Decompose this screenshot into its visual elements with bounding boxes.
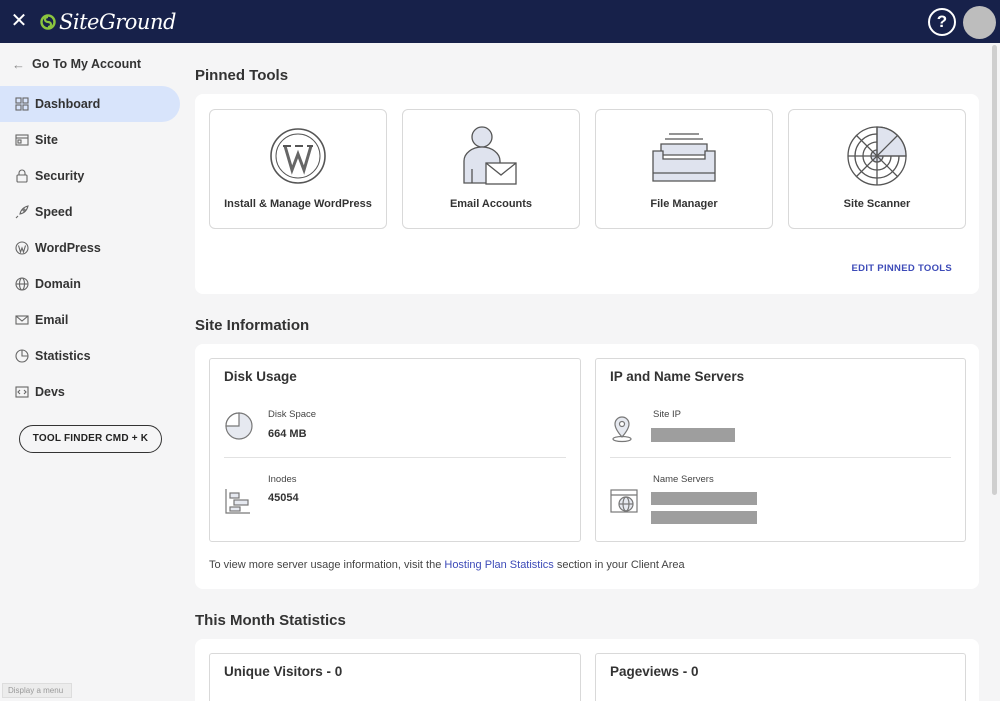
tile-label: File Manager bbox=[650, 198, 718, 210]
sidebar-item-statistics[interactable]: Statistics bbox=[0, 338, 180, 374]
sidebar-item-security[interactable]: Security bbox=[0, 158, 180, 194]
site-information-title: Site Information bbox=[195, 317, 310, 334]
email-accounts-icon bbox=[403, 125, 579, 187]
month-stats-title: This Month Statistics bbox=[195, 612, 346, 629]
pinned-tools-title: Pinned Tools bbox=[195, 67, 289, 84]
site-icon bbox=[14, 133, 29, 148]
sidebar-item-wordpress[interactable]: WordPress bbox=[0, 230, 180, 266]
tile-file-manager[interactable]: File Manager bbox=[595, 109, 773, 229]
location-pin-icon bbox=[610, 415, 634, 448]
logo-text: SiteGround bbox=[59, 10, 176, 34]
help-button[interactable]: ? bbox=[928, 8, 956, 36]
main-content: Pinned Tools Install & Manage WordPress bbox=[181, 43, 1000, 701]
wordpress-icon bbox=[14, 241, 29, 256]
sidebar-item-domain[interactable]: Domain bbox=[0, 266, 180, 302]
sidebar-item-site[interactable]: Site bbox=[0, 122, 180, 158]
sidebar-item-devs[interactable]: Devs bbox=[0, 374, 180, 410]
inodes-value: 45054 bbox=[268, 492, 299, 504]
pie-chart-icon bbox=[14, 349, 29, 364]
sidebar: ← Go To My Account Dashboard Site Securi… bbox=[0, 43, 181, 701]
sidebar-item-label: Devs bbox=[35, 385, 65, 399]
siteground-swirl-icon bbox=[40, 14, 56, 30]
tile-site-scanner[interactable]: Site Scanner bbox=[788, 109, 966, 229]
sidebar-item-label: Dashboard bbox=[35, 97, 101, 111]
disk-pie-icon bbox=[224, 411, 254, 446]
hosting-plan-statistics-link[interactable]: Hosting Plan Statistics bbox=[444, 559, 553, 571]
edit-pinned-tools-link[interactable]: EDIT PINNED TOOLS bbox=[852, 263, 952, 274]
tile-email-accounts[interactable]: Email Accounts bbox=[402, 109, 580, 229]
tile-label: Install & Manage WordPress bbox=[224, 198, 372, 210]
name-server-1-redacted bbox=[651, 492, 757, 505]
close-icon[interactable]: ✕ bbox=[10, 11, 28, 31]
scrollbar[interactable] bbox=[992, 45, 997, 495]
wordpress-logo-icon bbox=[210, 125, 386, 187]
go-to-account-label: Go To My Account bbox=[32, 57, 142, 71]
sidebar-item-label: Speed bbox=[35, 205, 73, 219]
pageviews-panel: Pageviews - 0 bbox=[595, 653, 966, 701]
status-tooltip: Display a menu bbox=[2, 683, 72, 698]
inodes-icon bbox=[224, 487, 252, 520]
name-servers-label: Name Servers bbox=[653, 474, 714, 485]
sidebar-item-label: Statistics bbox=[35, 349, 91, 363]
sidebar-item-email[interactable]: Email bbox=[0, 302, 180, 338]
tool-finder-button[interactable]: TOOL FINDER CMD + K bbox=[19, 425, 162, 453]
info-prefix: To view more server usage information, v… bbox=[209, 559, 445, 571]
disk-space-label: Disk Space bbox=[268, 409, 317, 420]
site-information-card: Disk Usage Disk Space 664 MB Inodes 4505… bbox=[195, 344, 979, 589]
code-icon bbox=[14, 385, 29, 400]
sidebar-item-label: Site bbox=[35, 133, 58, 147]
rocket-icon bbox=[14, 205, 29, 220]
siteground-logo[interactable]: SiteGround bbox=[40, 9, 176, 35]
globe-icon bbox=[14, 277, 29, 292]
info-suffix: section in your Client Area bbox=[553, 559, 685, 571]
hosting-info-text: To view more server usage information, v… bbox=[209, 559, 685, 571]
divider bbox=[610, 457, 951, 458]
grid-icon bbox=[14, 97, 29, 112]
pinned-tools-card: Install & Manage WordPress Email Account… bbox=[195, 94, 979, 294]
unique-visitors-panel: Unique Visitors - 0 bbox=[209, 653, 581, 701]
arrow-left-icon: ← bbox=[12, 56, 25, 72]
avatar[interactable] bbox=[963, 6, 996, 39]
unique-visitors-title: Unique Visitors - 0 bbox=[224, 664, 343, 679]
file-manager-icon bbox=[596, 125, 772, 187]
top-bar: ✕ SiteGround ? bbox=[0, 0, 1000, 43]
tile-install-wordpress[interactable]: Install & Manage WordPress bbox=[209, 109, 387, 229]
envelope-icon bbox=[14, 313, 29, 328]
disk-usage-title: Disk Usage bbox=[224, 369, 297, 384]
go-to-account-link[interactable]: ← Go To My Account bbox=[12, 56, 141, 72]
site-ip-redacted bbox=[651, 428, 735, 442]
sidebar-item-label: WordPress bbox=[35, 241, 101, 255]
disk-space-value: 664 MB bbox=[268, 428, 307, 440]
name-server-2-redacted bbox=[651, 511, 757, 524]
site-ip-label: Site IP bbox=[653, 409, 681, 420]
sidebar-item-label: Email bbox=[35, 313, 69, 327]
web-server-icon bbox=[610, 487, 638, 520]
disk-usage-panel: Disk Usage Disk Space 664 MB Inodes 4505… bbox=[209, 358, 581, 542]
sidebar-item-label: Security bbox=[35, 169, 85, 183]
tile-label: Site Scanner bbox=[843, 198, 911, 210]
radar-icon bbox=[789, 125, 965, 187]
sidebar-item-label: Domain bbox=[35, 277, 81, 291]
inodes-label: Inodes bbox=[268, 474, 297, 485]
divider bbox=[224, 457, 566, 458]
sidebar-item-speed[interactable]: Speed bbox=[0, 194, 180, 230]
lock-icon bbox=[14, 169, 29, 184]
sidebar-item-dashboard[interactable]: Dashboard bbox=[0, 86, 180, 122]
month-stats-card: Unique Visitors - 0 Pageviews - 0 bbox=[195, 639, 979, 701]
ip-name-servers-panel: IP and Name Servers Site IP Name Servers bbox=[595, 358, 966, 542]
tile-label: Email Accounts bbox=[449, 198, 533, 210]
ip-name-servers-title: IP and Name Servers bbox=[610, 369, 745, 384]
pageviews-title: Pageviews - 0 bbox=[610, 664, 699, 679]
